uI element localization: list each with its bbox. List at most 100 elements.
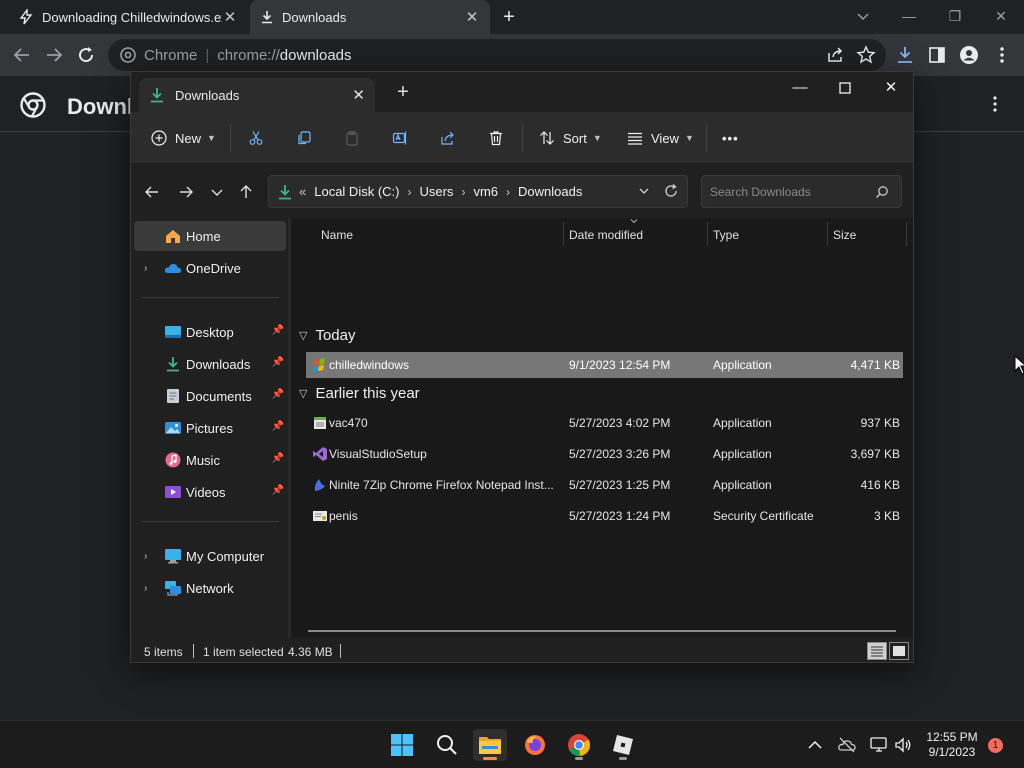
minimize-button[interactable]: — [897,4,921,28]
refresh-icon[interactable] [663,183,679,199]
reload-button[interactable] [74,43,98,67]
column-separator[interactable] [906,222,907,246]
details-view-button[interactable] [867,642,887,660]
close-window-button[interactable]: ✕ [876,76,906,100]
delete-button[interactable] [488,126,504,150]
tab-downloading[interactable]: Downloading Chilledwindows.exe ✕ [8,0,248,34]
minimize-button[interactable]: — [785,76,815,100]
taskbar-chrome[interactable] [562,729,596,761]
chevron-right-icon[interactable]: › [144,263,147,274]
explorer-tab-downloads[interactable]: Downloads ✕ [139,78,375,112]
nav-item-desktop[interactable]: Desktop 📌 [134,317,286,347]
up-level-button[interactable] [236,182,256,202]
taskbar-roblox[interactable] [606,729,640,761]
breadcrumb-vm6[interactable]: vm6 [473,184,498,199]
chevron-right-icon: › [461,184,466,199]
bookmark-star-icon[interactable] [856,45,876,65]
file-row-ninite[interactable]: Ninite 7Zip Chrome Firefox Notepad Inst.… [306,472,903,498]
close-icon[interactable]: ✕ [464,8,480,26]
column-separator[interactable] [827,222,828,246]
volume-icon[interactable] [893,735,913,755]
taskbar-file-explorer[interactable] [473,729,507,761]
nav-item-music[interactable]: Music 📌 [134,445,286,475]
breadcrumb-local-disk[interactable]: Local Disk (C:) [314,184,399,199]
notification-badge[interactable]: 1 [988,738,1003,753]
copy-button[interactable] [296,126,312,150]
address-history-chevron-icon[interactable] [637,184,651,198]
more-options-button[interactable]: ••• [722,126,739,150]
start-button[interactable] [385,729,419,761]
folder-icon [478,734,502,756]
more-vert-icon[interactable] [992,45,1012,65]
sort-button[interactable]: Sort ▼ [539,126,602,150]
forward-button[interactable] [42,43,66,67]
cut-button[interactable] [248,126,264,150]
column-separator[interactable] [707,222,708,246]
share-button[interactable] [440,126,456,150]
show-hidden-icons-chevron-icon[interactable] [805,735,825,755]
search-icon[interactable] [875,185,889,199]
rename-button[interactable] [392,126,408,150]
more-vert-icon[interactable] [992,96,998,112]
nav-item-onedrive[interactable]: › OneDrive [134,253,286,283]
search-input[interactable]: Search Downloads [701,175,902,208]
column-header-name[interactable]: Name [321,228,353,242]
group-header-today[interactable]: ▽ Today [299,327,356,344]
forward-button[interactable] [176,182,196,202]
nav-item-my-computer[interactable]: › My Computer [134,541,286,571]
system-clock[interactable]: 12:55 PM 9/1/2023 [920,730,984,760]
tiles-view-button[interactable] [889,642,909,660]
file-row-vac470[interactable]: vac470 5/27/2023 4:02 PM Application 937… [306,410,903,436]
downloads-icon[interactable] [895,45,915,65]
network-icon[interactable] [869,735,889,755]
close-icon[interactable]: ✕ [222,8,238,26]
file-size: 3 KB [873,509,900,523]
column-header-date[interactable]: Date modified [569,228,643,242]
close-icon[interactable]: ✕ [352,86,365,104]
view-button[interactable]: View ▼ [627,126,694,150]
address-breadcrumb-bar[interactable]: « Local Disk (C:) › Users › vm6 › Downlo… [268,175,688,208]
restore-button[interactable]: ❐ [943,4,967,28]
chevron-right-icon[interactable]: › [144,551,147,562]
new-tab-button[interactable]: + [498,6,520,28]
nav-item-downloads[interactable]: Downloads 📌 [134,349,286,379]
taskbar-search-button[interactable] [430,729,464,761]
address-bar[interactable]: Chrome | chrome://downloads [108,39,886,71]
paste-button[interactable] [344,126,360,150]
nav-item-pictures[interactable]: Pictures 📌 [134,413,286,443]
nav-item-documents[interactable]: Documents 📌 [134,381,286,411]
divider [706,124,707,152]
tab-downloads[interactable]: Downloads ✕ [250,0,490,34]
new-button[interactable]: New ▼ [151,126,216,150]
file-row-visualstudiosetup[interactable]: VisualStudioSetup 5/27/2023 3:26 PM Appl… [306,441,903,467]
address-row: « Local Disk (C:) › Users › vm6 › Downlo… [131,164,913,218]
side-panel-icon[interactable] [927,45,947,65]
maximize-button[interactable] [830,76,860,100]
recent-locations-chevron-icon[interactable] [207,182,227,202]
chevron-right-icon[interactable]: › [144,583,147,594]
file-row-certificate[interactable]: penis 5/27/2023 1:24 PM Security Certifi… [306,503,903,529]
breadcrumb-downloads[interactable]: Downloads [518,184,582,199]
tab-search-chevron-icon[interactable] [851,4,875,28]
breadcrumb-overflow[interactable]: « [299,184,306,199]
close-window-button[interactable]: ✕ [989,4,1013,28]
horizontal-scrollbar[interactable] [308,630,896,632]
column-separator[interactable] [563,222,564,246]
nav-item-network[interactable]: › Network [134,573,286,603]
onedrive-offline-icon[interactable] [837,735,857,755]
nav-item-home[interactable]: Home [134,221,286,251]
column-header-type[interactable]: Type [713,228,739,242]
taskbar-firefox[interactable] [518,729,552,761]
share-icon[interactable] [826,45,846,65]
download-arrow-icon [149,87,165,103]
breadcrumb-users[interactable]: Users [419,184,453,199]
group-header-earlier[interactable]: ▽ Earlier this year [299,385,420,402]
explorer-new-tab-button[interactable]: + [393,82,413,102]
file-row-chilledwindows[interactable]: chilledwindows 9/1/2023 12:54 PM Applica… [306,352,903,378]
download-arrow-icon [277,184,293,200]
back-button[interactable] [10,43,34,67]
profile-avatar-icon[interactable] [959,45,979,65]
column-header-size[interactable]: Size [833,228,856,242]
back-button[interactable] [142,182,162,202]
nav-item-videos[interactable]: Videos 📌 [134,477,286,507]
